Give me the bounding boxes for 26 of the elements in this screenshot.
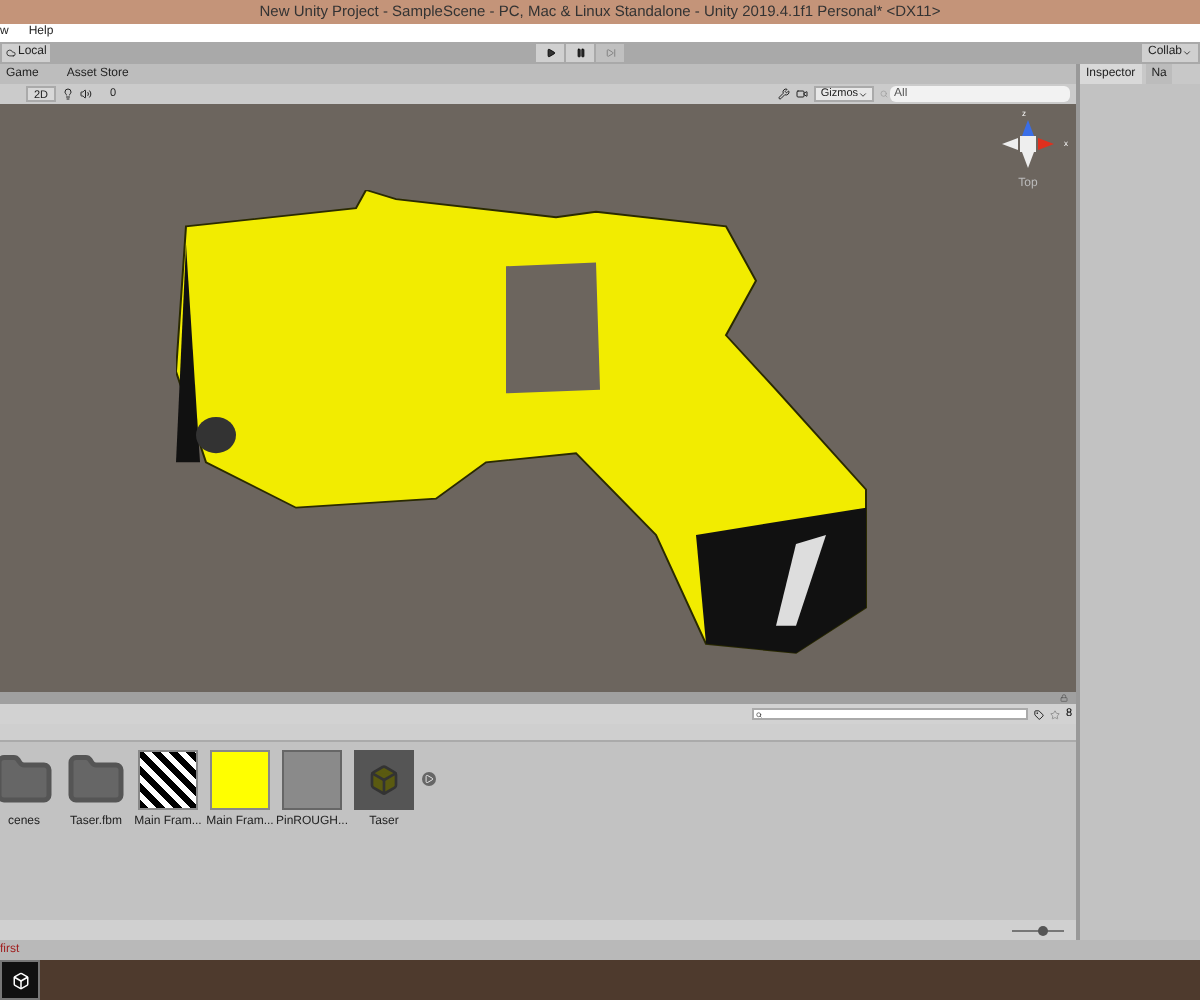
tag-icon[interactable] xyxy=(1033,709,1044,719)
star-icon[interactable] xyxy=(1049,709,1060,719)
cube-icon xyxy=(11,971,29,989)
play-button[interactable] xyxy=(536,44,564,62)
caret-icon xyxy=(858,89,868,99)
texture-thumbnail xyxy=(138,750,198,810)
texture-thumbnail xyxy=(210,750,270,810)
lightbulb-icon[interactable] xyxy=(62,88,75,100)
unity-app-icon[interactable] xyxy=(0,960,40,1000)
expand-arrow-icon[interactable] xyxy=(422,772,436,786)
play-icon xyxy=(545,48,555,58)
cloud-icon xyxy=(6,48,16,58)
tools-icon[interactable] xyxy=(778,88,791,100)
search-icon xyxy=(755,711,762,717)
zoom-slider-thumb[interactable] xyxy=(1038,925,1049,935)
pause-icon xyxy=(575,48,585,58)
material-thumbnail xyxy=(282,750,342,810)
project-search-field[interactable] xyxy=(751,708,1028,720)
step-icon xyxy=(605,48,615,58)
cube-icon xyxy=(368,764,400,796)
orientation-gizmo[interactable] xyxy=(998,116,1058,172)
speaker-icon[interactable] xyxy=(80,88,93,100)
camera-icon[interactable] xyxy=(796,88,809,100)
search-icon xyxy=(880,90,888,98)
pause-button[interactable] xyxy=(566,44,594,62)
caret-icon xyxy=(1182,48,1192,58)
